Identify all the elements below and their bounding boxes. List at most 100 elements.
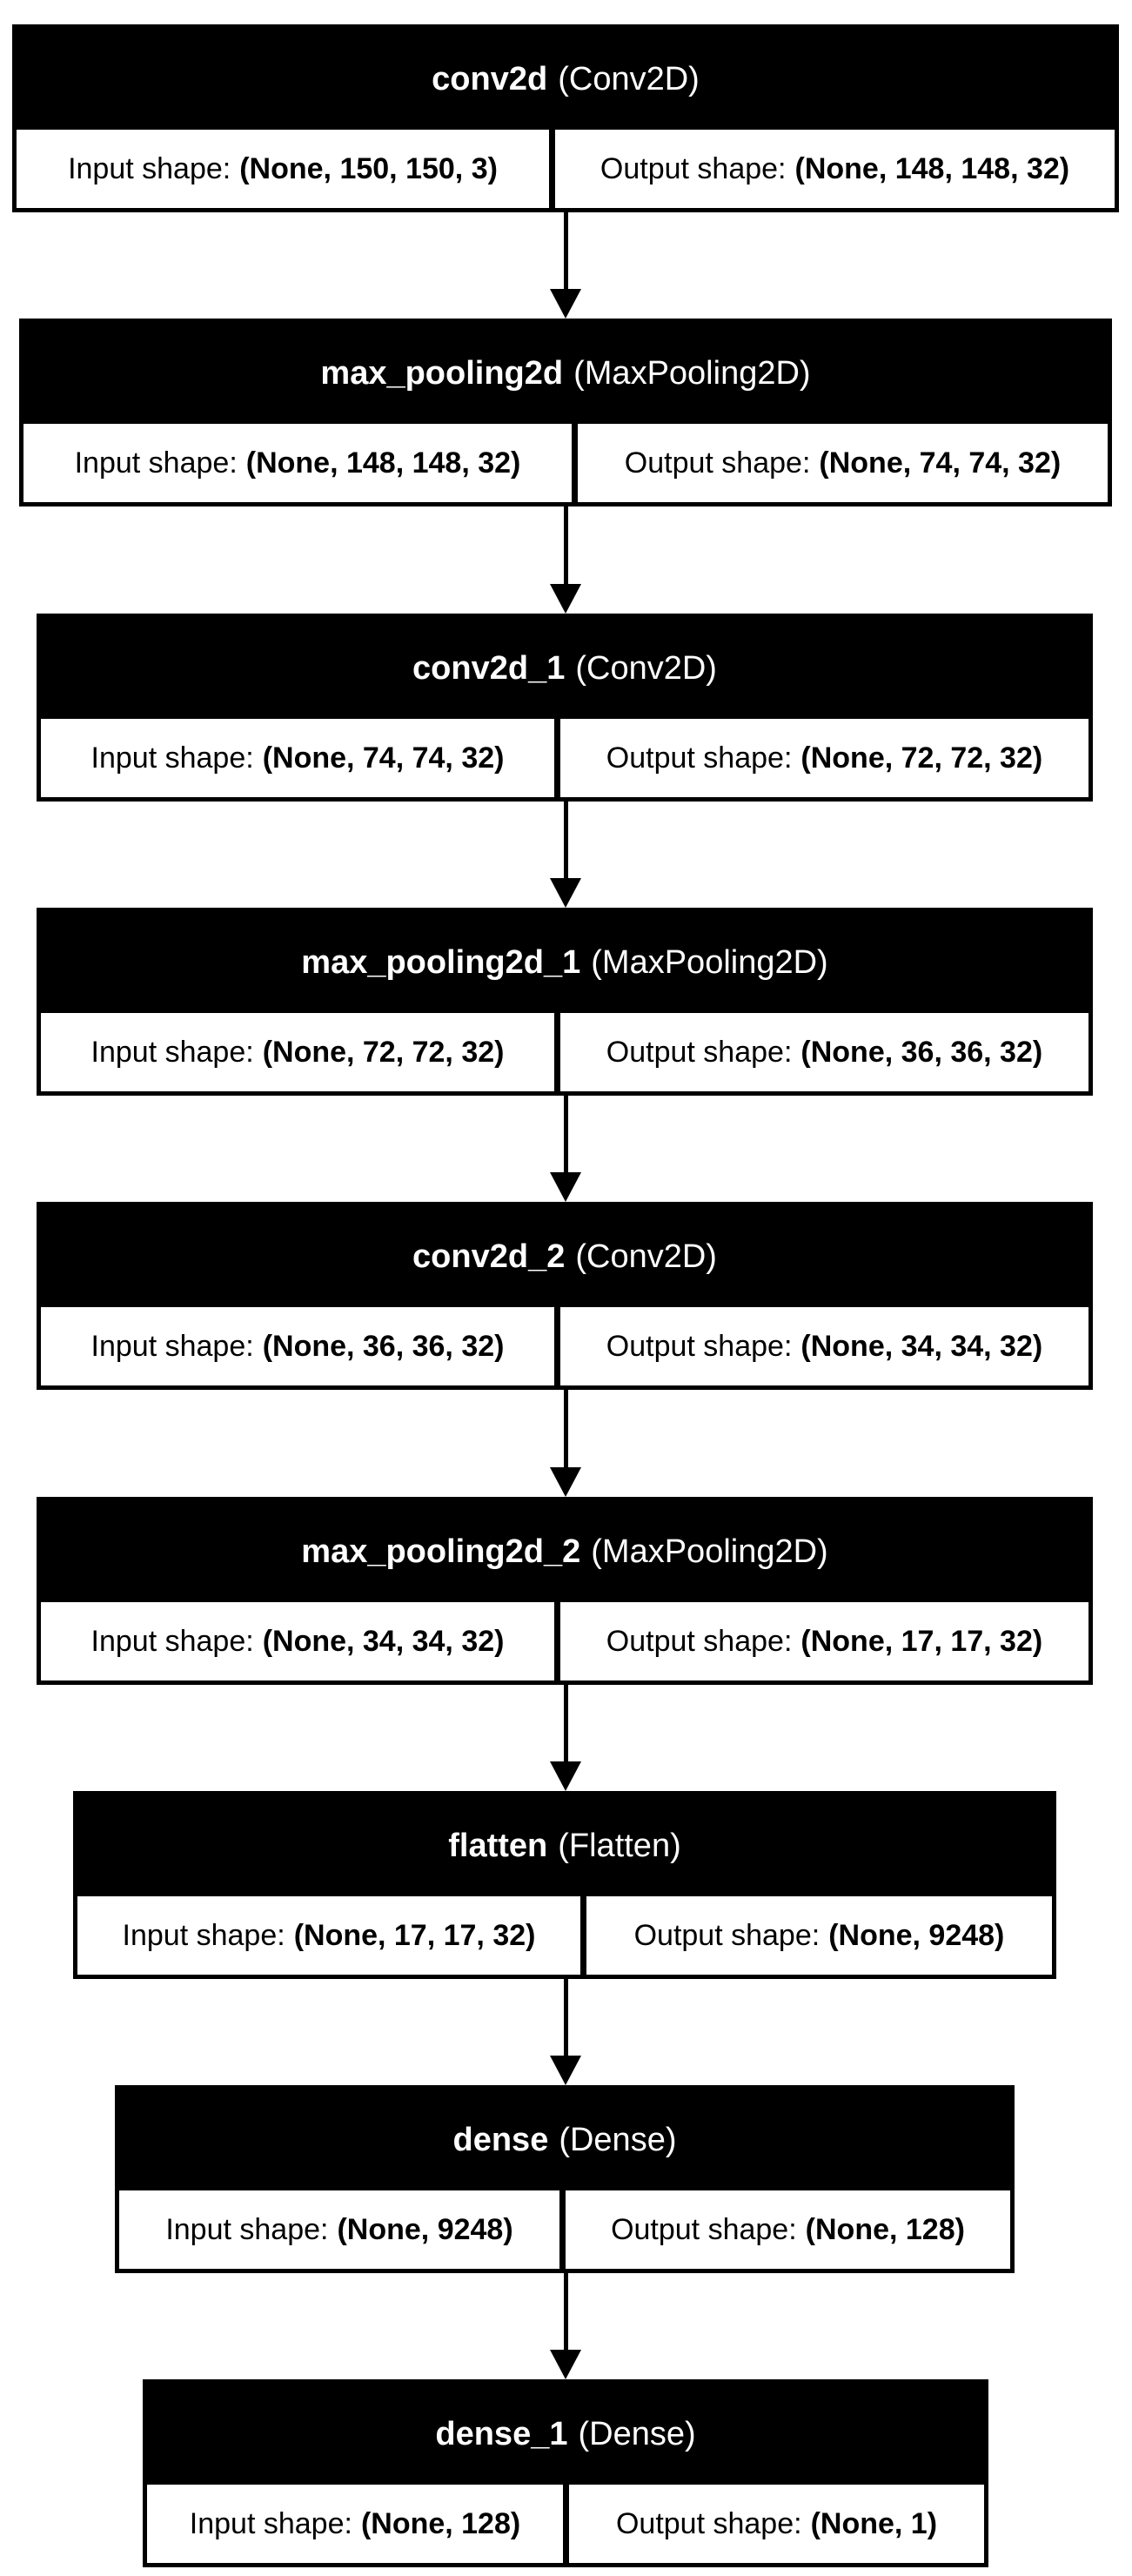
layer-box: conv2d_2 (Conv2D) Input shape: (None, 36, 3… bbox=[37, 1202, 1093, 1390]
layer-shapes-row: Input shape: (None, 9248) Output shape: (No… bbox=[119, 2190, 1010, 2269]
arrow-head-icon bbox=[550, 1172, 581, 1202]
connector-line bbox=[564, 1096, 568, 1174]
layer-shapes-row: Input shape: (None, 17, 17, 32) Output sha… bbox=[77, 1896, 1052, 1975]
input-shape-value: (None, 148, 148, 32) bbox=[245, 446, 521, 480]
layer-shapes-row: Input shape: (None, 128) Output shape: (Non… bbox=[147, 2485, 984, 2563]
output-shape-value: (None, 74, 74, 32) bbox=[819, 446, 1062, 480]
input-shape-label: Input shape: bbox=[90, 1329, 254, 1363]
input-shape-value: (None, 74, 74, 32) bbox=[262, 741, 505, 775]
input-shape-cell: Input shape: (None, 148, 148, 32) bbox=[23, 424, 572, 502]
input-shape-cell: Input shape: (None, 74, 74, 32) bbox=[41, 719, 554, 797]
input-shape-value: (None, 150, 150, 3) bbox=[239, 151, 498, 185]
layer-name: flatten bbox=[448, 1827, 548, 1864]
output-shape-cell: Output shape: (None, 74, 74, 32) bbox=[578, 424, 1108, 502]
output-shape-label: Output shape: bbox=[606, 741, 793, 775]
layer-box: max_pooling2d (MaxPooling2D) Input shape:(… bbox=[19, 319, 1112, 506]
layer-header: conv2d (Conv2D) bbox=[17, 29, 1115, 130]
output-shape-cell: Output shape: (None, 9248) bbox=[586, 1896, 1052, 1975]
output-shape-cell: Output shape: (None, 36, 36, 32) bbox=[560, 1013, 1088, 1091]
output-shape-cell: Output shape: (None, 34, 34, 32) bbox=[560, 1307, 1088, 1385]
layer-header: conv2d_1 (Conv2D) bbox=[41, 618, 1088, 719]
input-shape-cell: Input shape: (None, 17, 17, 32) bbox=[77, 1896, 580, 1975]
layer-type: (MaxPooling2D) bbox=[591, 943, 828, 981]
output-shape-value: (None, 148, 148, 32) bbox=[794, 151, 1070, 185]
layer-name: conv2d_2 bbox=[412, 1238, 566, 1275]
layer-shapes-row: Input shape: (None, 148, 148, 32) Output s… bbox=[23, 424, 1108, 502]
layer-type: (Dense) bbox=[578, 2415, 696, 2452]
arrow-head-icon bbox=[550, 1467, 581, 1497]
layer-header: flatten (Flatten) bbox=[77, 1795, 1052, 1896]
layer-shapes-row: Input shape: (None, 72, 72, 32) Output sha… bbox=[41, 1013, 1088, 1091]
layer-box: dense (Dense) Input shape: (None, 9248) Outp… bbox=[115, 2085, 1015, 2273]
input-shape-label: Input shape: bbox=[189, 2506, 352, 2540]
output-shape-value: (None, 72, 72, 32) bbox=[800, 741, 1043, 775]
input-shape-cell: Input shape: (None, 72, 72, 32) bbox=[41, 1013, 554, 1091]
layer-type: (MaxPooling2D) bbox=[591, 1533, 828, 1570]
model-architecture-diagram: conv2d (Conv2D) Input shape: (None, 150, 15… bbox=[0, 0, 1132, 2576]
input-shape-cell: Input shape: (None, 34, 34, 32) bbox=[41, 1602, 554, 1680]
output-shape-cell: Output shape: (None, 17, 17, 32) bbox=[560, 1602, 1088, 1680]
connector-line bbox=[564, 1979, 568, 2057]
input-shape-cell: Input shape: (None, 9248) bbox=[119, 2190, 559, 2269]
layer-shapes-row: Input shape: (None, 74, 74, 32) Output sha… bbox=[41, 719, 1088, 797]
output-shape-value: (None, 128) bbox=[805, 2212, 965, 2246]
layer-box: conv2d_1 (Conv2D) Input shape: (None, 74, 7… bbox=[37, 614, 1093, 802]
layer-header: max_pooling2d (MaxPooling2D) bbox=[23, 323, 1108, 424]
layer-name: conv2d_1 bbox=[412, 649, 566, 687]
layer-type: (Conv2D) bbox=[575, 649, 717, 687]
output-shape-value: (None, 1) bbox=[810, 2506, 938, 2540]
layer-type: (Conv2D) bbox=[558, 60, 700, 97]
layer-type: (MaxPooling2D) bbox=[573, 354, 811, 392]
layer-shapes-row: Input shape: (None, 34, 34, 32) Output sha… bbox=[41, 1602, 1088, 1680]
input-shape-cell: Input shape: (None, 128) bbox=[147, 2485, 563, 2563]
input-shape-value: (None, 36, 36, 32) bbox=[262, 1329, 505, 1363]
connector-line bbox=[564, 1685, 568, 1763]
output-shape-value: (None, 34, 34, 32) bbox=[800, 1329, 1043, 1363]
input-shape-value: (None, 72, 72, 32) bbox=[262, 1035, 505, 1069]
output-shape-label: Output shape: bbox=[615, 2506, 802, 2540]
output-shape-cell: Output shape: (None, 72, 72, 32) bbox=[560, 719, 1088, 797]
output-shape-label: Output shape: bbox=[606, 1035, 793, 1069]
layer-box: max_pooling2d_2 (MaxPooling2D) Input shape… bbox=[37, 1497, 1093, 1685]
input-shape-label: Input shape: bbox=[90, 1035, 254, 1069]
layer-type: (Flatten) bbox=[558, 1827, 681, 1864]
output-shape-label: Output shape: bbox=[599, 151, 787, 185]
input-shape-value: (None, 9248) bbox=[337, 2212, 513, 2246]
arrow-head-icon bbox=[550, 2056, 581, 2085]
output-shape-label: Output shape: bbox=[611, 2212, 797, 2246]
layer-type: (Dense) bbox=[559, 2121, 677, 2158]
output-shape-label: Output shape: bbox=[606, 1624, 793, 1658]
input-shape-cell: Input shape: (None, 36, 36, 32) bbox=[41, 1307, 554, 1385]
layer-shapes-row: Input shape: (None, 150, 150, 3) Output sh… bbox=[17, 130, 1115, 208]
input-shape-value: (None, 17, 17, 32) bbox=[293, 1918, 536, 1952]
connector-line bbox=[564, 1390, 568, 1469]
arrow-head-icon bbox=[550, 2350, 581, 2379]
input-shape-value: (None, 128) bbox=[360, 2506, 521, 2540]
arrow-head-icon bbox=[550, 878, 581, 908]
input-shape-value: (None, 34, 34, 32) bbox=[262, 1624, 505, 1658]
layer-header: max_pooling2d_2 (MaxPooling2D) bbox=[41, 1501, 1088, 1602]
layer-name: conv2d bbox=[432, 60, 548, 97]
layer-box: dense_1 (Dense) Input shape: (None, 128) Out… bbox=[143, 2379, 988, 2567]
input-shape-label: Input shape: bbox=[68, 151, 231, 185]
layer-shapes-row: Input shape: (None, 36, 36, 32) Output sha… bbox=[41, 1307, 1088, 1385]
arrow-head-icon bbox=[550, 1761, 581, 1791]
output-shape-value: (None, 36, 36, 32) bbox=[800, 1035, 1043, 1069]
layer-box: conv2d (Conv2D) Input shape: (None, 150, 15… bbox=[12, 24, 1119, 212]
connector-line bbox=[564, 212, 568, 291]
input-shape-label: Input shape: bbox=[90, 741, 254, 775]
output-shape-label: Output shape: bbox=[606, 1329, 793, 1363]
layer-header: conv2d_2 (Conv2D) bbox=[41, 1206, 1088, 1307]
output-shape-value: (None, 17, 17, 32) bbox=[800, 1624, 1043, 1658]
output-shape-label: Output shape: bbox=[633, 1918, 821, 1952]
output-shape-cell: Output shape: (None, 128) bbox=[566, 2190, 1010, 2269]
layer-box: max_pooling2d_1 (MaxPooling2D) Input shape… bbox=[37, 908, 1093, 1096]
input-shape-label: Input shape: bbox=[74, 446, 238, 480]
layer-type: (Conv2D) bbox=[575, 1238, 717, 1275]
layer-header: dense (Dense) bbox=[119, 2090, 1010, 2190]
layer-name: max_pooling2d bbox=[320, 354, 564, 392]
output-shape-value: (None, 9248) bbox=[828, 1918, 1005, 1952]
layer-name: max_pooling2d_1 bbox=[301, 943, 581, 981]
layer-name: max_pooling2d_2 bbox=[301, 1533, 581, 1570]
input-shape-label: Input shape: bbox=[165, 2212, 329, 2246]
